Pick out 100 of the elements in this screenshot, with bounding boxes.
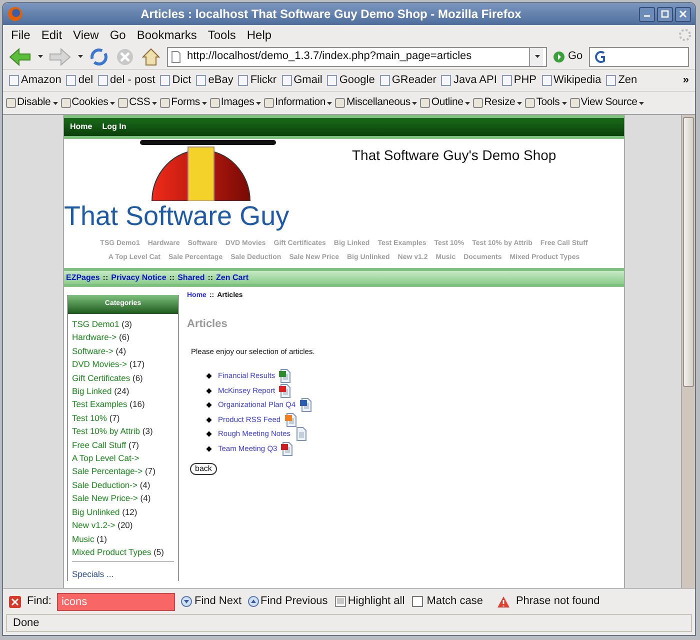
bullet-icon — [206, 416, 212, 422]
toolbar-menu-button[interactable]: CSS — [118, 95, 158, 111]
toolbar-menu-button[interactable]: Resize — [473, 95, 522, 111]
bookmark-item[interactable]: GReader — [380, 72, 436, 89]
toolbar-menu-button[interactable]: Information — [264, 95, 332, 111]
back-button[interactable]: back — [190, 463, 217, 476]
caret-icon — [78, 55, 83, 58]
address-field[interactable]: http://localhost/demo_1.3.7/index.php?main_page=articles — [167, 46, 547, 66]
caret-icon — [202, 102, 207, 104]
ezpage-link[interactable]: Zen Cart — [216, 272, 248, 284]
caret-icon — [327, 102, 332, 104]
ezpage-link[interactable]: EZPages — [66, 272, 100, 284]
toolbar-menu-button[interactable]: Miscellaneous — [335, 95, 418, 111]
match-case-label: Match case — [426, 594, 483, 610]
toolbar-menu-button[interactable]: Tools — [525, 95, 567, 111]
menu-item[interactable]: Tools — [202, 26, 241, 44]
category-item[interactable]: Sale Deduction-> (4) — [72, 478, 174, 492]
ezpage-link[interactable]: Shared — [178, 272, 205, 284]
category-item[interactable]: TSG Demo1 (3) — [72, 318, 174, 332]
category-item[interactable]: New v1.2-> (20) — [72, 519, 174, 532]
maximize-button[interactable] — [657, 6, 673, 22]
category-item[interactable]: Big Linked (24) — [72, 385, 174, 398]
scrollbar-thumb[interactable] — [683, 117, 694, 387]
document-icon — [284, 412, 298, 426]
bookmark-item[interactable]: eBay — [196, 72, 234, 89]
menu-item[interactable]: View — [68, 26, 104, 44]
caret-icon — [152, 102, 158, 104]
category-item[interactable]: Sale New Price-> (4) — [72, 492, 174, 506]
category-item[interactable]: Sale Percentage-> (7) — [72, 465, 174, 479]
nav-link[interactable]: Home — [70, 121, 92, 133]
search-engine-icon — [592, 50, 607, 64]
bookmark-item[interactable]: Amazon — [9, 72, 62, 89]
bullet-icon — [206, 388, 212, 394]
bookmark-item[interactable]: Zen — [606, 72, 638, 89]
toolbar-menu-button[interactable]: Disable — [6, 95, 58, 111]
toolbar-menu-button[interactable]: View Source — [570, 95, 644, 111]
category-item[interactable]: Music (1) — [72, 532, 174, 546]
document-icon — [279, 369, 292, 383]
bullet-icon — [206, 402, 212, 408]
category-item[interactable]: Gift Certificates (6) — [72, 372, 174, 386]
bookmark-item[interactable]: del — [66, 72, 94, 89]
checkbox[interactable] — [412, 596, 423, 607]
bookmark-item[interactable]: Wikipedia — [542, 72, 602, 89]
category-item[interactable]: Free Call Stuff (7) — [72, 438, 174, 452]
menu-item[interactable]: Bookmarks — [132, 26, 202, 44]
toolbar-menu-button[interactable]: Outline — [420, 95, 470, 111]
browser-logo-icon — [7, 6, 23, 22]
bookmark-item[interactable]: Google — [327, 72, 375, 89]
category-item[interactable]: Mixed Product Types (5) — [72, 546, 174, 560]
minimize-button[interactable] — [639, 6, 655, 22]
document-icon — [300, 398, 313, 412]
category-item[interactable]: Test 10% (7) — [72, 412, 174, 426]
ezpage-link[interactable]: Privacy Notice — [111, 272, 166, 284]
reload-icon[interactable] — [89, 46, 109, 66]
bullet-icon — [206, 431, 212, 437]
page-heading: Articles — [187, 316, 228, 332]
menu-item[interactable]: File — [6, 26, 36, 44]
menu-item[interactable]: Help — [242, 26, 277, 44]
nav-link[interactable]: Log In — [102, 121, 126, 133]
bullet-icon — [206, 446, 212, 452]
bookmark-item[interactable]: PHP — [502, 72, 537, 89]
find-previous-button[interactable]: Find Previous — [248, 593, 328, 610]
caret-icon — [639, 102, 644, 104]
back-arrow-icon[interactable] — [9, 48, 31, 66]
find-status-text: Phrase not found — [516, 594, 600, 610]
close-button[interactable] — [675, 6, 691, 22]
go-button[interactable]: Go — [553, 48, 583, 65]
category-item[interactable]: Software-> (4) — [72, 344, 174, 358]
specials-link[interactable]: Specials ... — [68, 568, 178, 582]
find-label: Find: — [27, 594, 52, 610]
menu-item[interactable]: Go — [104, 26, 131, 44]
bookmark-item[interactable]: Java API — [441, 72, 497, 89]
home-icon[interactable] — [141, 46, 161, 66]
throbber-icon — [678, 28, 692, 42]
toolbar-menu-button[interactable]: Cookies — [60, 95, 116, 111]
category-item[interactable]: Big Unlinked (12) — [72, 506, 174, 520]
category-item[interactable]: A Top Level Cat-> — [72, 452, 174, 466]
bookmark-item[interactable]: Dict — [160, 72, 192, 89]
toolbar-menu-button[interactable]: Forms — [160, 95, 207, 111]
bookmarks-overflow-button[interactable]: » — [682, 72, 689, 89]
separator: :: — [208, 272, 214, 284]
category-item[interactable]: Test 10% by Attrib (3) — [72, 425, 174, 439]
bookmark-item[interactable]: Flickr — [238, 72, 277, 89]
category-item[interactable]: DVD Movies-> (17) — [72, 358, 174, 372]
find-next-button[interactable]: Find Next — [181, 593, 242, 610]
category-item[interactable]: Test Examples (16) — [72, 398, 174, 412]
separator: :: — [169, 272, 175, 284]
logo-text: That Software Guy — [64, 201, 290, 231]
bookmark-item[interactable]: Gmail — [282, 72, 322, 89]
toolbar-menu-button[interactable]: Images — [210, 95, 262, 111]
category-item[interactable]: Hardware-> (6) — [72, 331, 174, 345]
close-find-bar-icon[interactable] — [9, 596, 21, 608]
bookmark-item[interactable]: del - post — [98, 72, 156, 89]
highlight-all-button[interactable]: Highlight all — [334, 593, 406, 610]
dropdown-button[interactable] — [529, 48, 543, 66]
status-bar: Done — [6, 614, 692, 632]
vertical-scrollbar[interactable] — [681, 115, 695, 588]
maximize-icon — [661, 10, 669, 18]
menu-item[interactable]: Edit — [36, 26, 68, 44]
search-field[interactable] — [588, 46, 689, 66]
